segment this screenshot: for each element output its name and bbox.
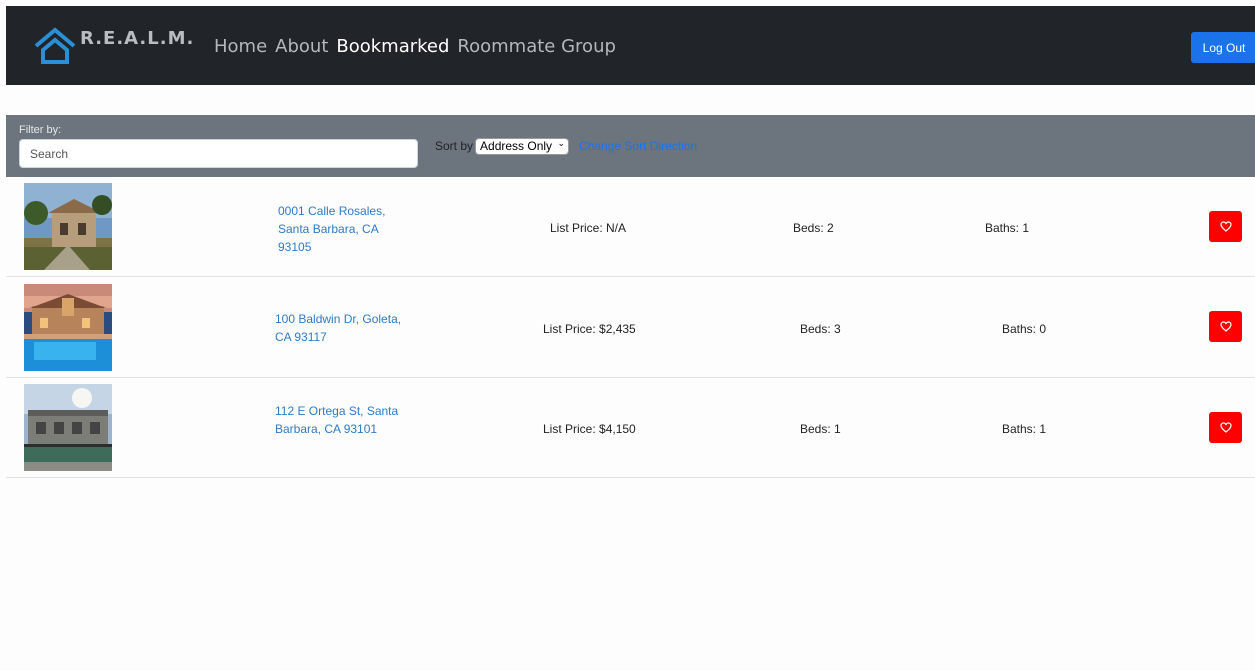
page: R.E.A.L.M. Home About Bookmarked Roommat… xyxy=(0,0,1255,671)
listing-row: 112 E Ortega St, Santa Barbara, CA 93101… xyxy=(6,378,1255,478)
search-input[interactable] xyxy=(19,139,418,168)
nav-links: Home About Bookmarked Roommate Group xyxy=(214,36,616,57)
brand[interactable]: R.E.A.L.M. xyxy=(33,26,193,72)
brand-name: R.E.A.L.M. xyxy=(80,28,195,49)
sort-label: Sort by xyxy=(435,139,474,153)
heart-icon xyxy=(1219,422,1232,433)
nav-bookmarked[interactable]: Bookmarked xyxy=(336,36,449,57)
sort-select-value: Address Only xyxy=(475,138,570,155)
listing-address-link[interactable]: 0001 Calle Rosales, Santa Barbara, CA 93… xyxy=(278,202,408,256)
bookmark-button[interactable] xyxy=(1209,211,1242,242)
sort-select[interactable]: Address Only ⌄ xyxy=(475,137,570,155)
listing-price: List Price: $4,150 xyxy=(543,422,636,436)
nav-about[interactable]: About xyxy=(275,36,328,57)
listing-baths: Baths: 0 xyxy=(1002,322,1047,336)
listing-address-link[interactable]: 112 E Ortega St, Santa Barbara, CA 93101 xyxy=(275,402,405,438)
listing-photo[interactable] xyxy=(24,384,112,471)
listing-photo[interactable] xyxy=(24,284,112,371)
listing-baths: Baths: 1 xyxy=(1002,422,1047,436)
listing-address-link[interactable]: 100 Baldwin Dr, Goleta, CA 93117 xyxy=(275,310,405,346)
heart-icon xyxy=(1219,221,1232,232)
bookmark-button[interactable] xyxy=(1209,311,1242,342)
listing-baths: Baths: 1 xyxy=(985,221,1030,235)
listing-beds: Beds: 3 xyxy=(800,322,841,336)
listing-beds: Beds: 1 xyxy=(800,422,841,436)
house-logo-icon xyxy=(34,27,76,64)
listing-price: List Price: $2,435 xyxy=(543,322,636,336)
filter-bar: Filter by: Sort by Address Only ⌄ Change… xyxy=(6,115,1255,177)
listing-photo[interactable] xyxy=(24,183,112,270)
nav-roommate-group[interactable]: Roommate Group xyxy=(457,36,615,57)
sort-area: Sort by Address Only ⌄ Change Sort Direc… xyxy=(435,137,697,155)
chevron-down-icon: ⌄ xyxy=(557,138,566,148)
change-sort-direction-link[interactable]: Change Sort Direction xyxy=(579,139,697,153)
bookmark-button[interactable] xyxy=(1209,412,1242,443)
listing-beds: Beds: 2 xyxy=(793,221,834,235)
logout-button[interactable]: Log Out xyxy=(1191,32,1255,63)
navbar: R.E.A.L.M. Home About Bookmarked Roommat… xyxy=(6,6,1255,85)
listing-price: List Price: N/A xyxy=(550,221,627,235)
nav-home[interactable]: Home xyxy=(214,36,267,57)
filter-label: Filter by: xyxy=(19,124,62,136)
listing-row: 0001 Calle Rosales, Santa Barbara, CA 93… xyxy=(6,177,1255,277)
heart-icon xyxy=(1219,321,1232,332)
listing-row: 100 Baldwin Dr, Goleta, CA 93117 List Pr… xyxy=(6,278,1255,378)
